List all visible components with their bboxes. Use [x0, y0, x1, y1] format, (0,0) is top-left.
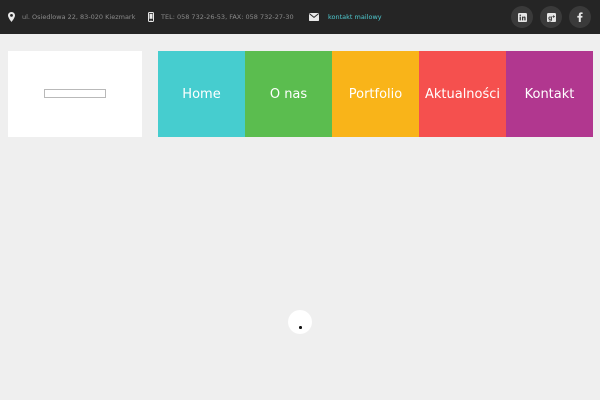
email-info: kontakt mailowy [309, 0, 382, 34]
phone-text: TEL: 058 732-26-53, FAX: 058 732-27-30 [161, 13, 294, 21]
mobile-phone-icon [148, 12, 154, 22]
nav-item-o-nas[interactable]: O nas [245, 51, 332, 137]
google-plus-icon: g [546, 12, 556, 22]
nav-item-kontakt[interactable]: Kontakt [506, 51, 593, 137]
loading-dot [299, 326, 302, 329]
facebook-button[interactable] [569, 6, 591, 28]
address-text: ul. Osiedlowa 22, 83-020 Kiezmark [22, 13, 136, 21]
facebook-icon [577, 12, 583, 22]
main-navigation: Home O nas Portfolio Aktualności Kontakt [158, 51, 593, 137]
svg-text:g: g [548, 15, 552, 22]
email-link[interactable]: kontakt mailowy [328, 13, 382, 21]
loading-spinner [288, 310, 312, 334]
map-marker-icon [8, 12, 15, 22]
address-info: ul. Osiedlowa 22, 83-020 Kiezmark [8, 0, 135, 34]
logo[interactable] [8, 51, 142, 137]
nav-item-home[interactable]: Home [158, 51, 245, 137]
phone-info: TEL: 058 732-26-53, FAX: 058 732-27-30 [148, 0, 294, 34]
googleplus-button[interactable]: g [540, 6, 562, 28]
linkedin-icon [517, 12, 527, 22]
linkedin-button[interactable] [511, 6, 533, 28]
nav-item-portfolio[interactable]: Portfolio [332, 51, 419, 137]
top-bar: ul. Osiedlowa 22, 83-020 Kiezmark TEL: 0… [0, 0, 600, 34]
logo-placeholder [44, 89, 106, 98]
envelope-icon [309, 13, 319, 21]
nav-item-aktualnosci[interactable]: Aktualności [419, 51, 506, 137]
